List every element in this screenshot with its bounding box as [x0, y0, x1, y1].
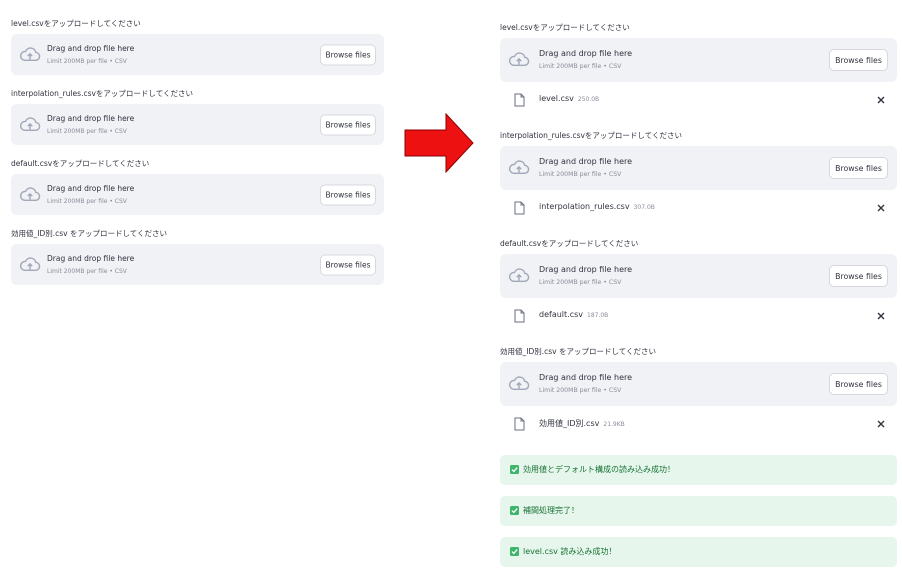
dropzone[interactable]: Drag and drop file here Limit 200MB per …: [500, 38, 897, 82]
uploaded-file-row: 効用値_ID別.csv 21.9KB: [500, 406, 897, 443]
cloud-upload-icon: [19, 116, 41, 131]
browse-files-button[interactable]: Browse files: [320, 254, 376, 275]
success-alert: 効用値とデフォルト構成の読み込み成功！: [500, 455, 897, 485]
dropzone-limit: Limit 200MB per file • CSV: [539, 279, 622, 286]
cloud-upload-icon: [508, 268, 530, 283]
uploader-label: 効用値_ID別.csv をアップロードしてください: [500, 347, 657, 356]
uploaded-file-row: default.csv 187.0B: [500, 298, 897, 335]
browse-files-button[interactable]: Browse files: [320, 114, 376, 135]
file-size: 307.0B: [633, 204, 655, 211]
dropzone[interactable]: Drag and drop file here Limit 200MB per …: [11, 244, 384, 285]
dropzone-limit: Limit 200MB per file • CSV: [47, 267, 127, 275]
file-size: 21.9KB: [603, 421, 625, 428]
dropzone[interactable]: Drag and drop file here Limit 200MB per …: [500, 362, 897, 406]
file-icon: [514, 309, 525, 323]
dropzone-limit: Limit 200MB per file • CSV: [539, 387, 622, 394]
dropzone-title: Drag and drop file here: [47, 253, 135, 263]
uploader-interpolation-rules: interpolation_rules.csvをアップロードしてください Dra…: [500, 131, 897, 227]
dropzone[interactable]: Drag and drop file here Limit 200MB per …: [11, 104, 384, 145]
browse-files-button[interactable]: Browse files: [829, 49, 888, 71]
browse-files-button[interactable]: Browse files: [320, 184, 376, 205]
uploader-label: interpolation_rules.csvをアップロードしてください: [500, 131, 682, 140]
cloud-upload-icon: [508, 52, 530, 67]
alert-text: 効用値とデフォルト構成の読み込み成功！: [523, 465, 675, 474]
dropzone[interactable]: Drag and drop file here Limit 200MB per …: [500, 146, 897, 190]
dropzone-title: Drag and drop file here: [47, 43, 135, 53]
uploader-label: level.csvをアップロードしてください: [500, 23, 630, 32]
uploader-interpolation-rules: interpolation_rules.csvをアップロードしてください Dra…: [11, 89, 384, 145]
check-box-icon: [510, 547, 519, 556]
uploaded-file-row: level.csv 250.0B: [500, 82, 897, 119]
uploader-label: level.csvをアップロードしてください: [11, 19, 141, 28]
check-box-icon: [510, 465, 519, 474]
dropzone-limit: Limit 200MB per file • CSV: [47, 197, 127, 205]
uploader-label: default.csvをアップロードしてください: [11, 159, 150, 168]
browse-files-button[interactable]: Browse files: [320, 44, 376, 65]
cloud-upload-icon: [19, 186, 41, 201]
dropzone[interactable]: Drag and drop file here Limit 200MB per …: [11, 34, 384, 75]
uploader-label: 効用値_ID別.csv をアップロードしてください: [11, 229, 168, 238]
alert-text: 補間処理完了！: [523, 506, 579, 515]
dropzone-title: Drag and drop file here: [539, 49, 633, 58]
file-size: 187.0B: [587, 312, 609, 319]
dropzone-title: Drag and drop file here: [47, 113, 135, 123]
dropzone-title: Drag and drop file here: [47, 183, 135, 193]
browse-files-button[interactable]: Browse files: [829, 157, 888, 179]
uploader-level: level.csvをアップロードしてください Drag and drop fil…: [500, 23, 897, 119]
dropzone-limit: Limit 200MB per file • CSV: [539, 63, 622, 70]
dropzone-limit: Limit 200MB per file • CSV: [47, 57, 127, 65]
alert-text: level.csv 読み込み成功！: [523, 547, 617, 556]
right-arrow-icon: [404, 113, 474, 173]
file-name: level.csv: [539, 94, 574, 103]
file-size: 250.0B: [577, 96, 600, 103]
success-alert: 補間処理完了！: [500, 496, 897, 526]
dropzone-title: Drag and drop file here: [539, 157, 633, 166]
uploader-utility-by-id: 効用値_ID別.csv をアップロードしてください Drag and drop …: [500, 347, 897, 443]
check-box-icon: [510, 506, 519, 515]
close-icon[interactable]: [876, 311, 886, 321]
uploader-label: interpolation_rules.csvをアップロードしてください: [11, 89, 193, 98]
dropzone-limit: Limit 200MB per file • CSV: [539, 171, 622, 178]
file-icon: [514, 417, 525, 431]
cloud-upload-icon: [508, 160, 530, 175]
file-name: default.csv: [539, 310, 583, 319]
dropzone[interactable]: Drag and drop file here Limit 200MB per …: [500, 254, 897, 298]
dropzone[interactable]: Drag and drop file here Limit 200MB per …: [11, 174, 384, 215]
alerts: 効用値とデフォルト構成の読み込み成功！ 補間処理完了！ level.csv 読み…: [500, 455, 897, 567]
browse-files-button[interactable]: Browse files: [829, 265, 888, 287]
file-name: interpolation_rules.csv: [539, 202, 630, 211]
uploader-default: default.csvをアップロードしてください Drag and drop f…: [500, 239, 897, 335]
uploader-label: default.csvをアップロードしてください: [500, 239, 639, 248]
close-icon[interactable]: [876, 203, 886, 213]
cloud-upload-icon: [19, 256, 41, 271]
uploader-default: default.csvをアップロードしてください Drag and drop f…: [11, 159, 384, 215]
dropzone-title: Drag and drop file here: [539, 265, 633, 274]
success-alert: level.csv 読み込み成功！: [500, 537, 897, 567]
close-icon[interactable]: [876, 419, 886, 429]
uploader-utility-by-id: 効用値_ID別.csv をアップロードしてください Drag and drop …: [11, 229, 384, 285]
close-icon[interactable]: [876, 95, 886, 105]
browse-files-button[interactable]: Browse files: [829, 373, 888, 395]
file-icon: [514, 93, 525, 107]
file-icon: [514, 201, 525, 215]
uploader-column-before: level.csvをアップロードしてください Drag and drop fil…: [11, 19, 384, 285]
uploader-column-after: level.csvをアップロードしてください Drag and drop fil…: [500, 23, 897, 578]
dropzone-limit: Limit 200MB per file • CSV: [47, 127, 127, 135]
dropzone-title: Drag and drop file here: [539, 373, 633, 382]
uploader-level: level.csvをアップロードしてください Drag and drop fil…: [11, 19, 384, 75]
cloud-upload-icon: [19, 46, 41, 61]
uploaded-file-row: interpolation_rules.csv 307.0B: [500, 190, 897, 227]
file-name: 効用値_ID別.csv: [539, 419, 600, 428]
cloud-upload-icon: [508, 376, 530, 391]
